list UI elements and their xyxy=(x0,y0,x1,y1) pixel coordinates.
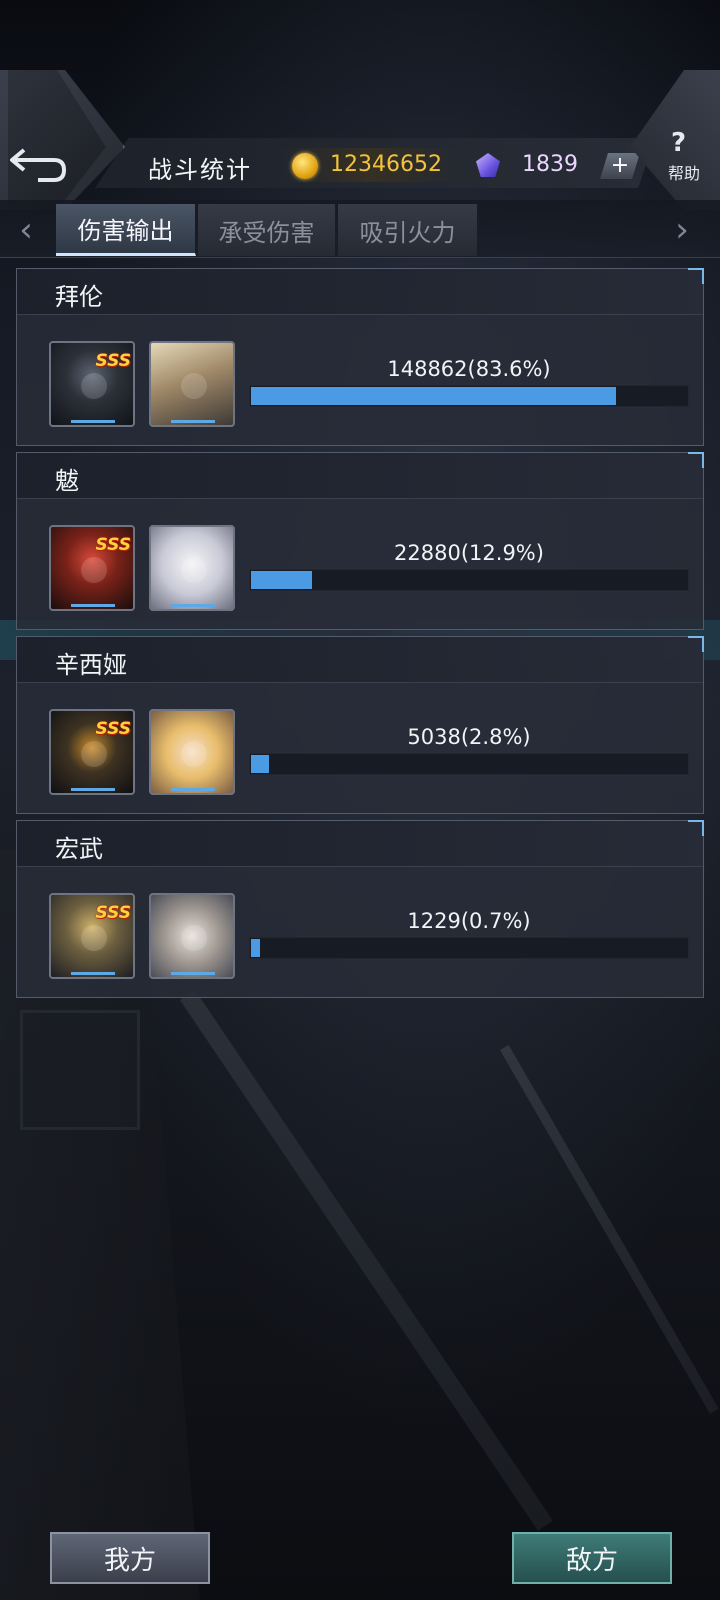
background-rail xyxy=(180,989,553,1531)
avatar-underline xyxy=(171,972,215,975)
pilot-face-detail xyxy=(181,373,207,399)
help-label[interactable]: 帮助 xyxy=(668,160,700,184)
panel-corner-accent xyxy=(688,636,704,652)
background-block xyxy=(20,1010,140,1130)
pilot-name: 宏武 xyxy=(55,835,103,863)
rank-badge: SSS xyxy=(95,351,131,371)
pilot-name: 辛西娅 xyxy=(55,651,127,679)
pilot-avatar[interactable] xyxy=(149,893,235,979)
avatar-underline xyxy=(171,604,215,607)
panel-header: 辛西娅 xyxy=(17,637,703,683)
damage-bar xyxy=(249,385,689,407)
rank-badge: SSS xyxy=(95,719,131,739)
pilot-face-detail xyxy=(181,557,207,583)
pilot-face-detail xyxy=(181,925,207,951)
pilot-avatar[interactable] xyxy=(149,709,235,795)
stat-panel: 拜伦 SSS 148862(83.6%) xyxy=(16,268,704,446)
damage-value: 5038(2.8%) xyxy=(407,725,531,749)
damage-bar xyxy=(249,937,689,959)
mech-head-detail xyxy=(81,741,107,767)
battle-stats-screen: 战斗统计 12346652 1839 + ? 帮助 ‹ › 伤害输出 承受伤害 … xyxy=(0,0,720,1600)
tab-damage-output[interactable]: 伤害输出 xyxy=(56,204,196,256)
rank-badge: SSS xyxy=(95,903,131,923)
stat-panel: 魃 SSS 22880(12.9%) xyxy=(16,452,704,630)
mech-avatar[interactable]: SSS xyxy=(49,525,135,611)
damage-bar xyxy=(249,569,689,591)
coin-amount: 12346652 xyxy=(330,152,442,177)
panel-header: 宏武 xyxy=(17,821,703,867)
pilot-name: 魃 xyxy=(55,467,79,495)
pilot-face-detail xyxy=(181,741,207,767)
damage-bar-fill xyxy=(251,755,269,773)
panel-corner-accent xyxy=(688,452,704,468)
avatar-underline xyxy=(171,788,215,791)
panel-header: 魃 xyxy=(17,453,703,499)
avatar-underline xyxy=(71,972,115,975)
background-rail xyxy=(500,1045,719,1414)
damage-value: 22880(12.9%) xyxy=(394,541,544,565)
damage-value: 1229(0.7%) xyxy=(407,909,531,933)
mech-head-detail xyxy=(81,557,107,583)
damage-bar-fill xyxy=(251,939,260,957)
pilot-avatar[interactable] xyxy=(149,525,235,611)
back-button-face[interactable] xyxy=(8,70,106,210)
our-side-button[interactable]: 我方 xyxy=(50,1532,210,1584)
mech-head-detail xyxy=(81,373,107,399)
panel-header: 拜伦 xyxy=(17,269,703,315)
question-mark-icon: ? xyxy=(671,128,687,158)
mech-avatar[interactable]: SSS xyxy=(49,709,135,795)
chevron-right-icon[interactable]: › xyxy=(670,210,694,250)
gem-amount: 1839 xyxy=(522,152,578,177)
pilot-avatar[interactable] xyxy=(149,341,235,427)
page-title: 战斗统计 xyxy=(148,156,252,184)
stat-panel: 宏武 SSS 1229(0.7%) xyxy=(16,820,704,998)
avatar-underline xyxy=(71,604,115,607)
back-button[interactable] xyxy=(0,70,125,210)
damage-bar-fill xyxy=(251,571,312,589)
mech-head-detail xyxy=(81,925,107,951)
enemy-side-button[interactable]: 敌方 xyxy=(512,1532,672,1584)
rank-badge: SSS xyxy=(95,535,131,555)
damage-value: 148862(83.6%) xyxy=(387,357,551,381)
gold-coin-icon xyxy=(292,153,318,179)
panel-corner-accent xyxy=(688,820,704,836)
panel-corner-accent xyxy=(688,268,704,284)
tab-draw-fire[interactable]: 吸引火力 xyxy=(338,204,478,256)
pilot-name: 拜伦 xyxy=(55,283,103,311)
avatar-underline xyxy=(71,788,115,791)
back-arrow-icon xyxy=(10,148,67,182)
stat-panel: 辛西娅 SSS 5038(2.8%) xyxy=(16,636,704,814)
chevron-left-icon[interactable]: ‹ xyxy=(14,210,38,250)
avatar-underline xyxy=(71,420,115,423)
mech-avatar[interactable]: SSS xyxy=(49,893,135,979)
avatar-underline xyxy=(171,420,215,423)
damage-bar xyxy=(249,753,689,775)
damage-bar-fill xyxy=(251,387,616,405)
mech-avatar[interactable]: SSS xyxy=(49,341,135,427)
tab-damage-taken[interactable]: 承受伤害 xyxy=(198,204,336,256)
